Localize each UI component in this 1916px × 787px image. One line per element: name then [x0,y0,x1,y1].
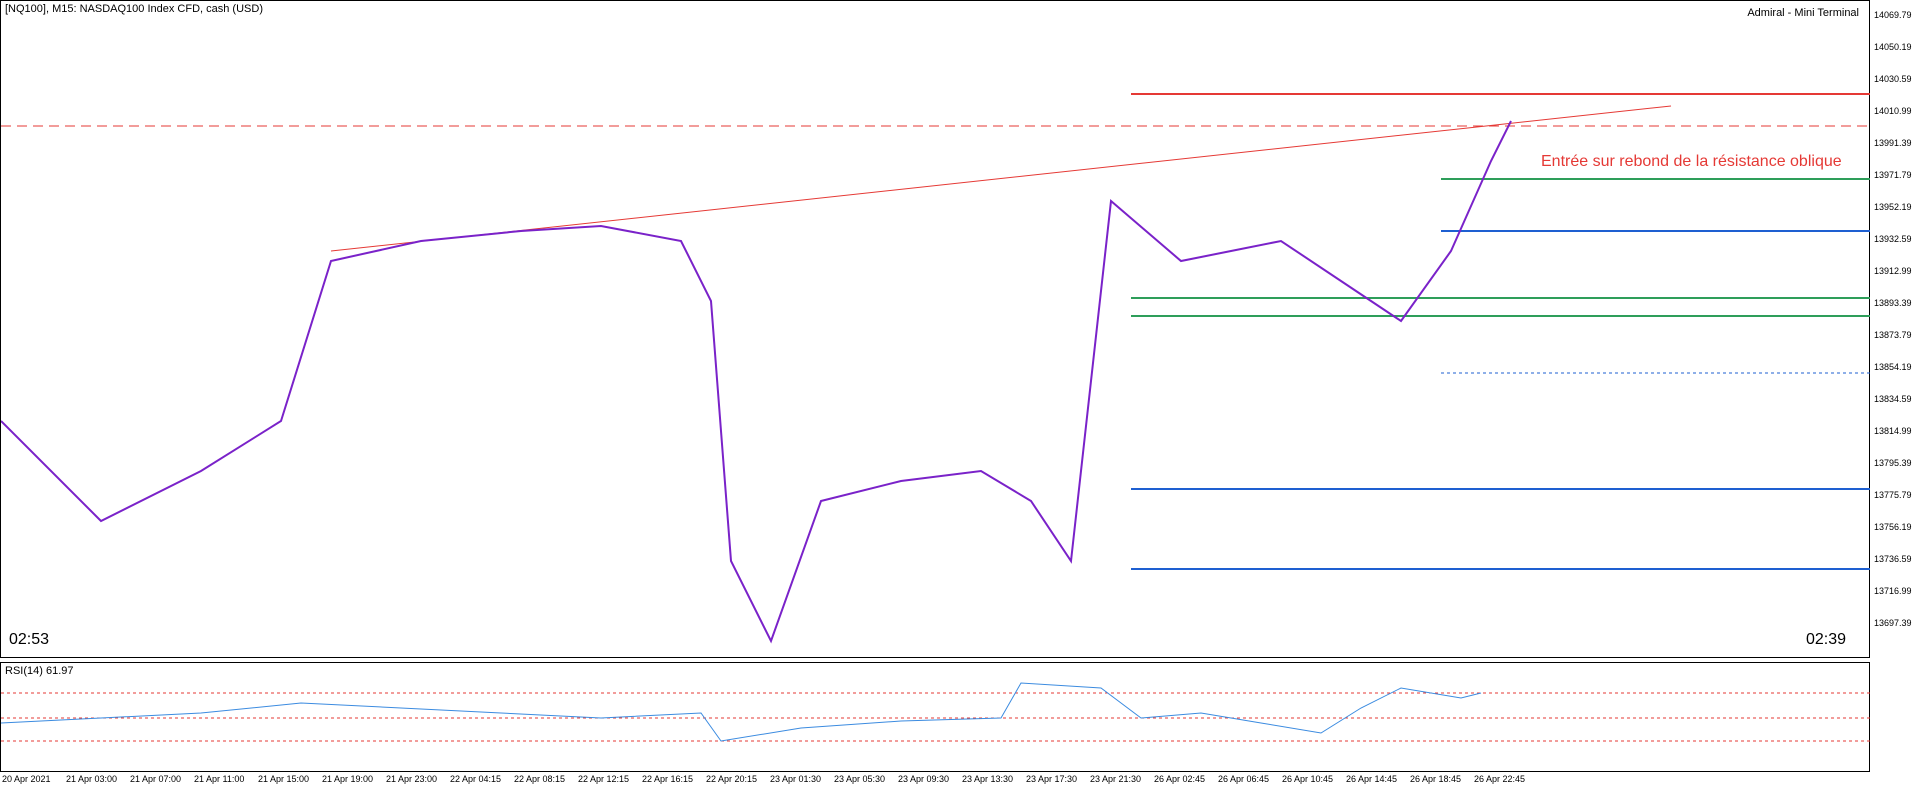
price-tick: 13716.99 [1874,586,1912,596]
price-tick: 14010.99 [1874,106,1912,116]
rsi-svg [1,682,1871,742]
time-axis: 20 Apr 2021 21 Apr 03:00 21 Apr 07:00 21 Ap… [0,772,1916,787]
price-tick: 13795.39 [1874,458,1912,468]
time-tick: 23 Apr 09:30 [898,774,950,784]
price-tick: 14030.59 [1874,74,1912,84]
time-tick: 23 Apr 17:30 [1026,774,1078,784]
time-tick: 22 Apr 04:15 [450,774,502,784]
time-tick: 21 Apr 15:00 [258,774,310,784]
price-tick: 13932.59 [1874,234,1912,244]
time-tick: 26 Apr 22:45 [1474,774,1526,784]
time-tick: 20 Apr 2021 [2,774,51,784]
price-tick: 13952.19 [1874,202,1912,212]
time-tick: 21 Apr 19:00 [322,774,374,784]
price-tick: 13854.19 [1874,362,1912,372]
time-tick: 22 Apr 20:15 [706,774,758,784]
time-tick: 26 Apr 06:45 [1218,774,1270,784]
price-tick: 13775.79 [1874,490,1912,500]
price-tick: 13756.19 [1874,522,1912,532]
time-tick: 23 Apr 13:30 [962,774,1014,784]
trading-chart-window: [NQ100], M15: NASDAQ100 Index CFD, cash … [0,0,1916,787]
price-tick: 13893.39 [1874,298,1912,308]
time-tick: 21 Apr 23:00 [386,774,438,784]
time-tick: 21 Apr 11:00 [194,774,245,784]
price-tick: 13873.79 [1874,330,1912,340]
time-tick: 21 Apr 03:00 [66,774,118,784]
price-tick: 13991.39 [1874,138,1912,148]
price-tick: 13697.39 [1874,618,1912,628]
time-tick: 22 Apr 08:15 [514,774,566,784]
price-tick: 13814.99 [1874,426,1912,436]
time-tick: 22 Apr 16:15 [642,774,694,784]
time-tick: 22 Apr 12:15 [578,774,630,784]
time-tick: 23 Apr 01:30 [770,774,822,784]
time-tick: 26 Apr 18:45 [1410,774,1462,784]
price-chart[interactable]: [NQ100], M15: NASDAQ100 Index CFD, cash … [0,0,1871,658]
price-svg [1,93,1871,644]
price-tick: 14069.79 [1874,10,1912,20]
time-tick: 26 Apr 14:45 [1346,774,1398,784]
time-tick: 23 Apr 21:30 [1090,774,1142,784]
price-tick: 13736.59 [1874,554,1912,564]
price-tick: 13912.99 [1874,266,1912,276]
time-tick: 26 Apr 10:45 [1282,774,1334,784]
rsi-chart[interactable]: RSI(14) 61.97 [0,662,1871,772]
price-axis: 14069.79 14050.19 14030.59 14010.99 13991.39… [1870,0,1916,772]
price-tick: 14050.19 [1874,42,1912,52]
price-tick: 13971.79 [1874,170,1912,180]
time-tick: 26 Apr 02:45 [1154,774,1206,784]
time-tick: 21 Apr 07:00 [130,774,182,784]
price-tick: 13834.59 [1874,394,1912,404]
time-tick: 23 Apr 05:30 [834,774,886,784]
